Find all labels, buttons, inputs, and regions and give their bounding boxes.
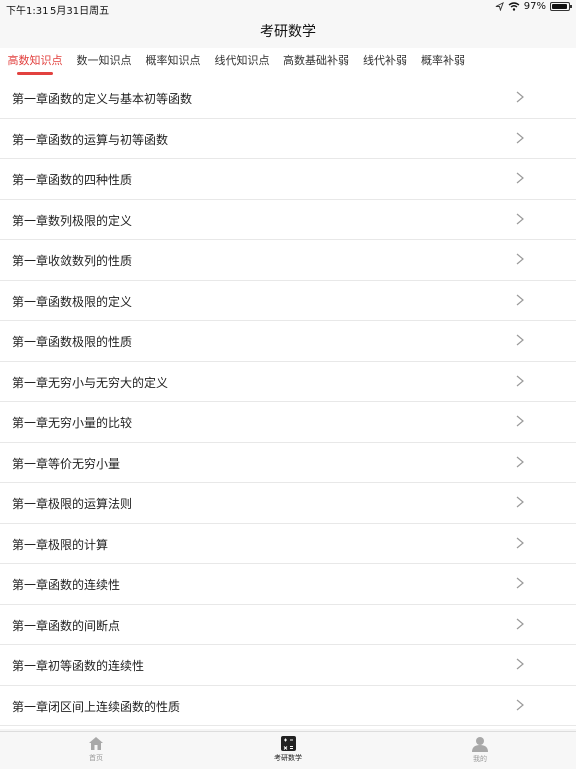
bottom-tab-bar: 首页 考研数学 我的 [0, 731, 576, 769]
user-icon [472, 737, 488, 752]
chevron-right-icon [516, 699, 524, 710]
tab-shuyi-knowledge[interactable]: 数一知识点 [70, 48, 138, 78]
list-item[interactable]: 第一章函数的运算与初等函数 [0, 118, 576, 159]
tab-probability-remedial[interactable]: 概率补弱 [414, 48, 472, 78]
list-item-label: 第一章数列极限的定义 [12, 213, 133, 228]
chevron-right-icon [516, 658, 524, 670]
chevron-right-icon [516, 415, 524, 427]
tab-label: 概率补弱 [421, 54, 465, 67]
list-item-label: 第一章初等函数的连续性 [12, 659, 145, 673]
chevron-right-icon [516, 577, 524, 589]
tabbar-math[interactable]: 考研数学 [258, 736, 318, 763]
list-item[interactable]: 第一章闭区间上连续函数的性质 [0, 685, 576, 726]
page-title: 考研数学 [260, 24, 316, 40]
tab-label: 高数知识点 [7, 54, 63, 67]
chevron-right-icon [516, 618, 524, 629]
list-item-label: 第一章无穷小量的比较 [12, 416, 133, 430]
active-tab-indicator [17, 72, 53, 75]
chevron-right-icon [516, 375, 524, 386]
tab-label: 高数基础补弱 [283, 54, 349, 67]
tab-label: 概率知识点 [145, 54, 201, 67]
list-item[interactable]: 第一章无穷小量的比较 [0, 402, 576, 443]
list-item[interactable]: 第一章函数极限的性质 [0, 321, 576, 362]
tab-linear-algebra-knowledge[interactable]: 线代知识点 [208, 48, 276, 78]
tab-gaoshu-basic-remedial[interactable]: 高数基础补弱 [276, 48, 356, 78]
list-item[interactable]: 第一章初等函数的连续性 [0, 645, 576, 686]
tabbar-home[interactable]: 首页 [66, 736, 126, 763]
tab-label: 线代补弱 [363, 54, 407, 67]
tabbar-math-label: 考研数学 [274, 754, 302, 762]
list-item-label: 第一章函数的四种性质 [12, 173, 133, 187]
chevron-right-icon [516, 253, 524, 265]
list-item-label: 第一章函数的定义与基本初等函数 [12, 92, 193, 106]
list-item-label: 第一章收敛数列的性质 [12, 254, 133, 268]
list-item-label: 第一章函数的间断点 [12, 618, 121, 633]
list-item-label: 第一章函数极限的性质 [12, 335, 133, 349]
list-item[interactable]: 第一章极限的计算 [0, 523, 576, 564]
status-time: 下午1:31 [6, 6, 49, 17]
tabbar-mine[interactable]: 我的 [450, 736, 510, 764]
chevron-right-icon [516, 132, 524, 143]
list-item[interactable]: 第一章收敛数列的性质 [0, 240, 576, 281]
chapter-list: 第一章函数的定义与基本初等函数 第一章函数的运算与初等函数 第一章函数的四种性质… [0, 78, 576, 729]
tabbar-home-label: 首页 [89, 754, 103, 762]
list-item[interactable]: 第一章极限的运算法则 [0, 483, 576, 524]
chevron-right-icon [516, 456, 524, 467]
status-right: 97% [495, 1, 572, 12]
chevron-right-icon [516, 213, 524, 224]
chevron-right-icon [516, 294, 524, 305]
list-item[interactable]: 第一章无穷小与无穷大的定义 [0, 361, 576, 402]
list-item[interactable]: 第一章函数的四种性质 [0, 159, 576, 200]
calculator-icon [280, 736, 296, 751]
chevron-right-icon [516, 496, 524, 508]
list-item[interactable]: 第一章函数的定义与基本初等函数 [0, 78, 576, 119]
list-item[interactable]: 第一章等价无穷小量 [0, 442, 576, 483]
list-item[interactable]: 第一章函数的连续性 [0, 564, 576, 605]
wifi-icon [508, 2, 520, 11]
list-item[interactable]: 第一章函数极限的定义 [0, 280, 576, 321]
chevron-right-icon [516, 172, 524, 184]
chevron-right-icon [516, 537, 524, 548]
tab-linear-algebra-remedial[interactable]: 线代补弱 [356, 48, 414, 78]
status-date: 5月31日周五 [50, 6, 110, 17]
list-item-label: 第一章等价无穷小量 [12, 456, 121, 471]
tab-label: 数一知识点 [76, 54, 132, 67]
tab-label: 线代知识点 [214, 54, 270, 67]
home-icon [89, 737, 103, 750]
list-item-label: 第一章函数的连续性 [12, 578, 121, 592]
tabbar-mine-label: 我的 [473, 755, 487, 763]
category-tabs: 高数知识点 数一知识点 概率知识点 线代知识点 高数基础补弱 线代补弱 概率补弱 [0, 48, 576, 79]
chevron-right-icon [516, 91, 524, 103]
list-item-label: 第一章极限的计算 [12, 537, 109, 552]
location-icon [495, 2, 504, 11]
list-item-label: 第一章函数的运算与初等函数 [12, 132, 169, 147]
list-item-label: 第一章无穷小与无穷大的定义 [12, 375, 169, 390]
list-item-label: 第一章极限的运算法则 [12, 497, 133, 511]
status-bar: 下午1:31 5月31日周五 97% [0, 0, 576, 17]
list-item[interactable]: 第一章函数的间断点 [0, 604, 576, 645]
list-item[interactable]: 第一章数列极限的定义 [0, 199, 576, 240]
chevron-right-icon [516, 334, 524, 346]
tab-gaoshu-knowledge[interactable]: 高数知识点 [0, 48, 70, 78]
list-item-label: 第一章函数极限的定义 [12, 294, 133, 309]
list-item-label: 第一章闭区间上连续函数的性质 [12, 699, 181, 714]
nav-bar: 考研数学 [0, 16, 576, 48]
battery-percent: 97% [523, 1, 546, 12]
battery-icon [550, 2, 572, 11]
tab-probability-knowledge[interactable]: 概率知识点 [138, 48, 208, 78]
